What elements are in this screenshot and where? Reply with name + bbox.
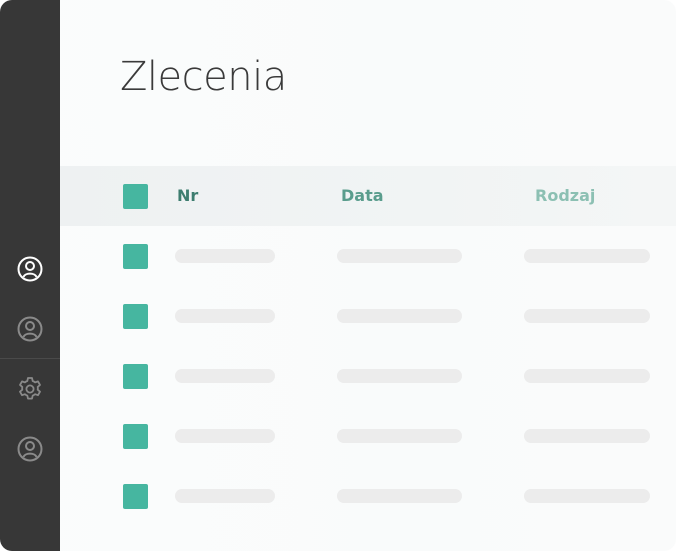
- placeholder-nr: [175, 429, 275, 443]
- table-row[interactable]: [60, 286, 676, 346]
- placeholder-nr: [175, 489, 275, 503]
- row-checkbox[interactable]: [123, 364, 148, 389]
- sidebar-item-user-active[interactable]: [15, 254, 45, 284]
- table-row[interactable]: [60, 406, 676, 466]
- user-icon: [17, 436, 43, 462]
- user-icon: [17, 256, 43, 282]
- placeholder-data: [337, 369, 462, 383]
- table-row[interactable]: [60, 226, 676, 286]
- select-all-checkbox[interactable]: [123, 184, 148, 209]
- placeholder-rodzaj: [524, 309, 650, 323]
- sidebar-item-user[interactable]: [15, 314, 45, 344]
- gear-icon: [19, 377, 41, 400]
- placeholder-rodzaj: [524, 249, 650, 263]
- row-checkbox[interactable]: [123, 484, 148, 509]
- placeholder-rodzaj: [524, 369, 650, 383]
- placeholder-nr: [175, 309, 275, 323]
- placeholder-nr: [175, 249, 275, 263]
- main-content: Zlecenia Nr Data Rodzaj: [60, 0, 676, 551]
- column-header-nr[interactable]: Nr: [177, 186, 198, 205]
- placeholder-data: [337, 429, 462, 443]
- column-header-data[interactable]: Data: [341, 186, 384, 205]
- column-header-rodzaj[interactable]: Rodzaj: [535, 186, 595, 205]
- placeholder-data: [337, 249, 462, 263]
- sidebar-item-settings[interactable]: [15, 374, 45, 404]
- table-header: Nr Data Rodzaj: [60, 166, 676, 226]
- sidebar-item-user-2[interactable]: [15, 434, 45, 464]
- sidebar: [0, 0, 60, 551]
- table-row[interactable]: [60, 346, 676, 406]
- row-checkbox[interactable]: [123, 424, 148, 449]
- row-checkbox[interactable]: [123, 304, 148, 329]
- sidebar-divider: [0, 358, 60, 359]
- app-window: Zlecenia Nr Data Rodzaj: [0, 0, 676, 551]
- placeholder-rodzaj: [524, 429, 650, 443]
- user-icon: [17, 316, 43, 342]
- placeholder-data: [337, 309, 462, 323]
- row-checkbox[interactable]: [123, 244, 148, 269]
- placeholder-nr: [175, 369, 275, 383]
- placeholder-data: [337, 489, 462, 503]
- page-title: Zlecenia: [120, 54, 287, 100]
- placeholder-rodzaj: [524, 489, 650, 503]
- table-row[interactable]: [60, 466, 676, 526]
